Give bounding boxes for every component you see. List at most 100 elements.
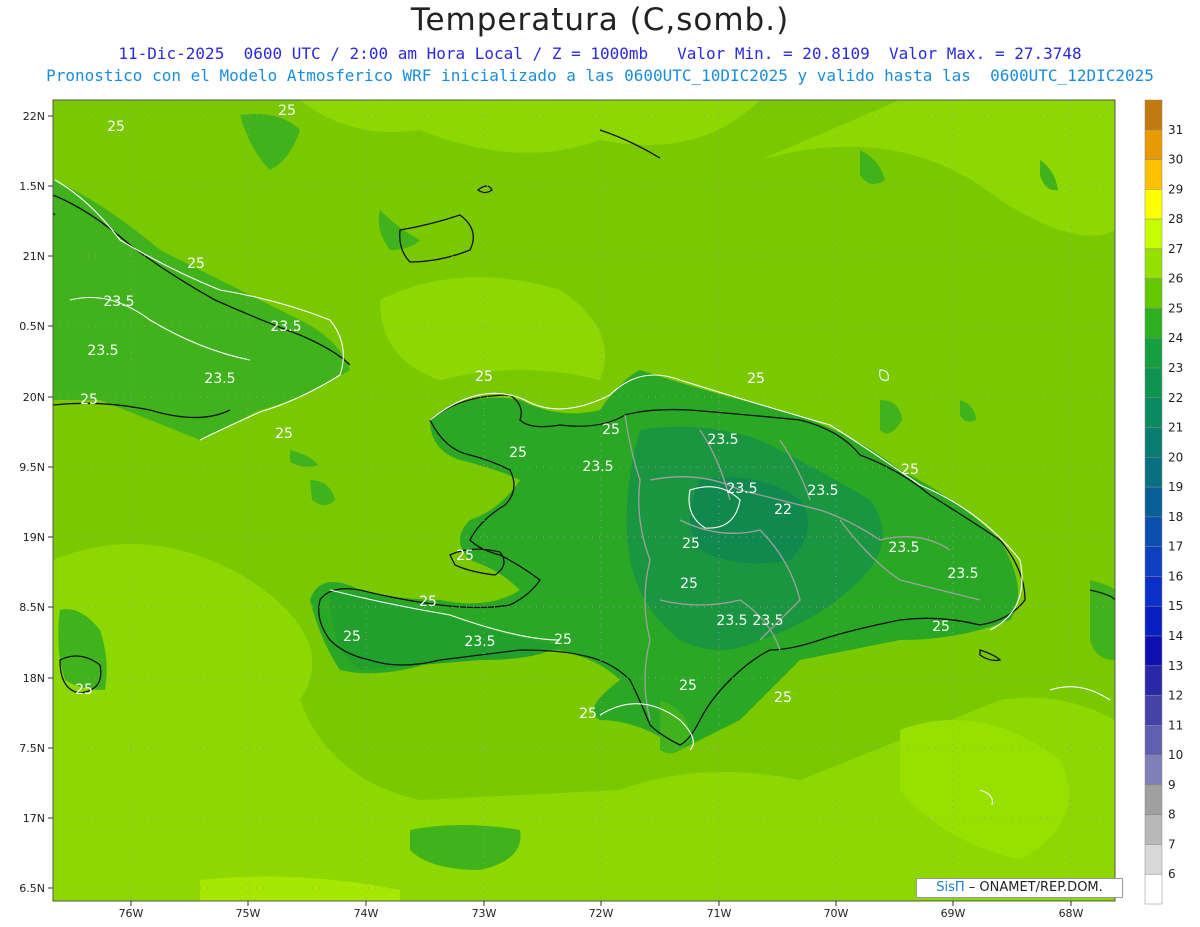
lat-label: 7.5N — [19, 742, 45, 755]
sispi-logo: SisΠ — [936, 880, 965, 895]
contour-label: 23.5 — [707, 432, 738, 448]
contour-label: 25 — [107, 119, 125, 135]
longitude-labels: 76W 75W 74W 73W 72W 71W 70W 69W 68W — [119, 901, 1084, 920]
lon-label: 73W — [472, 907, 497, 920]
colorbar-label: 16 — [1168, 569, 1183, 583]
colorbar-swatch — [1144, 486, 1163, 518]
colorbar-swatch — [1144, 576, 1163, 607]
colorbar-swatch — [1144, 218, 1163, 250]
colorbar-swatch — [1144, 695, 1163, 726]
colorbar-swatch — [1144, 308, 1163, 339]
colorbar-label: 17 — [1168, 540, 1183, 554]
colorbar-swatch — [1144, 367, 1163, 399]
colorbar-label: 14 — [1168, 629, 1183, 643]
lat-label: 1.5N — [19, 180, 45, 193]
colorbar-label: 29 — [1168, 182, 1183, 196]
colorbar-label: 18 — [1168, 510, 1183, 524]
lat-label: 9.5N — [19, 461, 45, 474]
colorbar-label: 15 — [1168, 599, 1183, 613]
temperature-map: 25 25 25 23.5 23.5 23.5 23.5 25 25 25 25 25 23.5 25 23… — [19, 99, 1183, 920]
credit-text: – ONAMET/REP.DOM. — [964, 880, 1103, 895]
contour-label: 25 — [80, 392, 98, 408]
colorbar-label: 28 — [1168, 212, 1183, 226]
colorbar-label: 27 — [1168, 242, 1183, 256]
colorbar-swatch — [1144, 397, 1163, 428]
credit-box: SisΠ – ONAMET/REP.DOM. — [916, 878, 1123, 898]
colorbar-label: 9 — [1168, 778, 1176, 792]
contour-label: 23.5 — [807, 483, 838, 499]
colorbar-label: 22 — [1168, 391, 1183, 405]
colorbar-swatch — [1144, 754, 1163, 786]
contour-label: 25 — [475, 369, 493, 385]
contour-label: 25 — [419, 594, 437, 610]
colorbar-swatch — [1144, 337, 1163, 369]
contour-label: 25 — [343, 629, 361, 645]
colorbar-label: 12 — [1168, 689, 1183, 703]
contour-label: 25 — [682, 536, 700, 552]
colorbar-swatch — [1144, 248, 1163, 279]
colorbar-label: 24 — [1168, 331, 1183, 345]
colorbar-swatch — [1144, 873, 1163, 905]
lat-label: 22N — [23, 110, 45, 123]
contour-label: 25 — [901, 462, 919, 478]
colorbar-label: 30 — [1168, 153, 1183, 167]
lon-label: 75W — [236, 907, 261, 920]
contour-label: 23.5 — [947, 566, 978, 582]
colorbar-label: 7 — [1168, 837, 1176, 851]
colorbar-label: 19 — [1168, 480, 1183, 494]
lat-label: 21N — [23, 250, 45, 263]
contour-label: 25 — [932, 619, 950, 635]
lat-label: 17N — [23, 812, 45, 825]
colorbar-swatch — [1144, 99, 1163, 131]
contour-label: 25 — [747, 371, 765, 387]
colorbar-swatch — [1144, 725, 1163, 756]
contour-label: 25 — [75, 682, 93, 698]
colorbar-swatch — [1144, 457, 1163, 488]
colorbar-label: 8 — [1168, 808, 1176, 822]
contour-label: 23.5 — [87, 343, 118, 359]
colorbar-swatch — [1144, 814, 1163, 845]
contour-label: 23.5 — [103, 294, 134, 310]
colorbar-swatch — [1144, 129, 1163, 160]
colorbar-swatch — [1144, 784, 1163, 815]
colorbar-label: 31 — [1168, 123, 1183, 137]
latitude-labels: 22N 1.5N 21N 0.5N 20N 9.5N 19N 8.5N 18N 7.5N 17N 6.… — [19, 110, 53, 895]
lon-label: 70W — [824, 907, 849, 920]
lon-label: 68W — [1059, 907, 1084, 920]
contour-label: 23.5 — [752, 613, 783, 629]
colorbar-swatch — [1144, 278, 1163, 309]
colorbar-swatch — [1144, 605, 1163, 637]
lon-label: 74W — [354, 907, 379, 920]
lat-label: 0.5N — [19, 320, 45, 333]
colorbar-label: 25 — [1168, 301, 1183, 315]
colorbar-label: 26 — [1168, 272, 1183, 286]
colorbar-label: 11 — [1168, 718, 1183, 732]
contour-label: 25 — [187, 256, 205, 272]
map-field — [53, 100, 1115, 901]
colorbar-swatch — [1144, 516, 1163, 547]
lat-label: 18N — [23, 672, 45, 685]
contour-label: 25 — [278, 103, 296, 119]
colorbar-swatch — [1144, 427, 1163, 458]
contour-label: 23.5 — [716, 613, 747, 629]
contour-label: 25 — [509, 445, 527, 461]
lat-label: 20N — [23, 391, 45, 404]
colorbar-label: 6 — [1168, 867, 1176, 881]
colorbar-label: 13 — [1168, 659, 1183, 673]
contour-label: 23.5 — [726, 481, 757, 497]
contour-label: 25 — [456, 548, 474, 564]
contour-label: 23.5 — [464, 634, 495, 650]
colorbar-swatch — [1144, 189, 1163, 220]
colorbar: 31 30 29 28 27 26 25 24 23 22 21 20 19 18 17 16 15 14 13 12… — [1144, 99, 1183, 905]
colorbar-swatch — [1144, 635, 1163, 667]
lat-label: 6.5N — [19, 882, 45, 895]
lon-label: 76W — [119, 907, 144, 920]
contour-label: 25 — [579, 706, 597, 722]
colorbar-label: 10 — [1168, 748, 1183, 762]
colorbar-label: 23 — [1168, 361, 1183, 375]
contour-label: 25 — [680, 576, 698, 592]
colorbar-label: 21 — [1168, 421, 1183, 435]
lon-label: 71W — [707, 907, 732, 920]
contour-label: 25 — [602, 422, 620, 438]
colorbar-label: 20 — [1168, 450, 1183, 464]
